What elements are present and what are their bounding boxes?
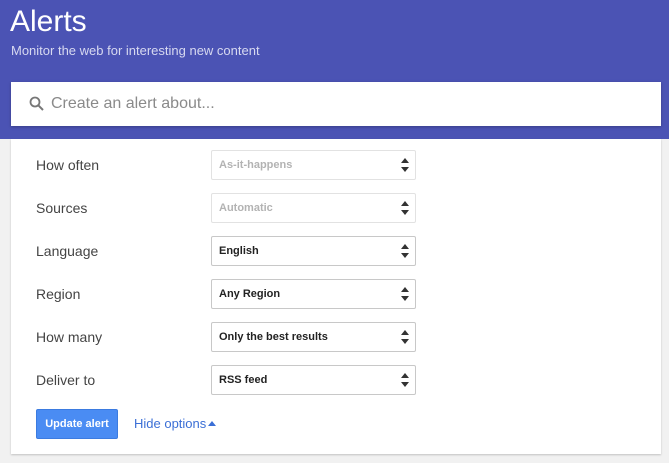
how-many-select[interactable]: Only the best results: [211, 322, 416, 352]
option-label-deliver-to: Deliver to: [36, 372, 96, 388]
language-select[interactable]: English: [211, 236, 416, 266]
hide-options-link[interactable]: Hide options: [134, 416, 206, 432]
language-value: English: [219, 245, 259, 257]
update-alert-button[interactable]: Update alert: [36, 409, 118, 439]
how-often-select[interactable]: As-it-happens: [211, 150, 416, 180]
app-title: Alerts: [10, 5, 87, 38]
search-input[interactable]: [51, 82, 651, 126]
select-arrows-icon: [401, 330, 409, 344]
select-arrows-icon: [401, 201, 409, 215]
option-row-language: Language English: [11, 236, 661, 266]
option-label-how-often: How often: [36, 157, 100, 173]
option-label-language: Language: [36, 243, 99, 259]
search-icon: [29, 96, 44, 111]
select-arrows-icon: [401, 244, 409, 258]
option-label-how-many: How many: [36, 329, 103, 345]
sources-value: Automatic: [219, 202, 273, 214]
search-box[interactable]: [11, 82, 661, 126]
select-arrows-icon: [401, 373, 409, 387]
option-row-sources: Sources Automatic: [11, 193, 661, 223]
option-row-region: Region Any Region: [11, 279, 661, 309]
option-label-sources: Sources: [36, 200, 88, 216]
caret-up-icon[interactable]: [208, 421, 216, 426]
deliver-to-select[interactable]: RSS feed: [211, 365, 416, 395]
option-label-region: Region: [36, 286, 81, 302]
deliver-to-value: RSS feed: [219, 374, 268, 386]
region-value: Any Region: [219, 288, 281, 300]
option-row-how-often: How often As-it-happens: [11, 150, 661, 180]
option-row-how-many: How many Only the best results: [11, 322, 661, 352]
app-subtitle: Monitor the web for interesting new cont…: [11, 43, 260, 58]
select-arrows-icon: [401, 158, 409, 172]
select-arrows-icon: [401, 287, 409, 301]
how-many-value: Only the best results: [219, 331, 328, 343]
how-often-value: As-it-happens: [219, 159, 293, 171]
sources-select[interactable]: Automatic: [211, 193, 416, 223]
option-row-deliver-to: Deliver to RSS feed: [11, 365, 661, 395]
app-header: Alerts Monitor the web for interesting n…: [0, 0, 669, 139]
region-select[interactable]: Any Region: [211, 279, 416, 309]
options-panel: How often As-it-happens Sources Automati…: [11, 139, 661, 454]
